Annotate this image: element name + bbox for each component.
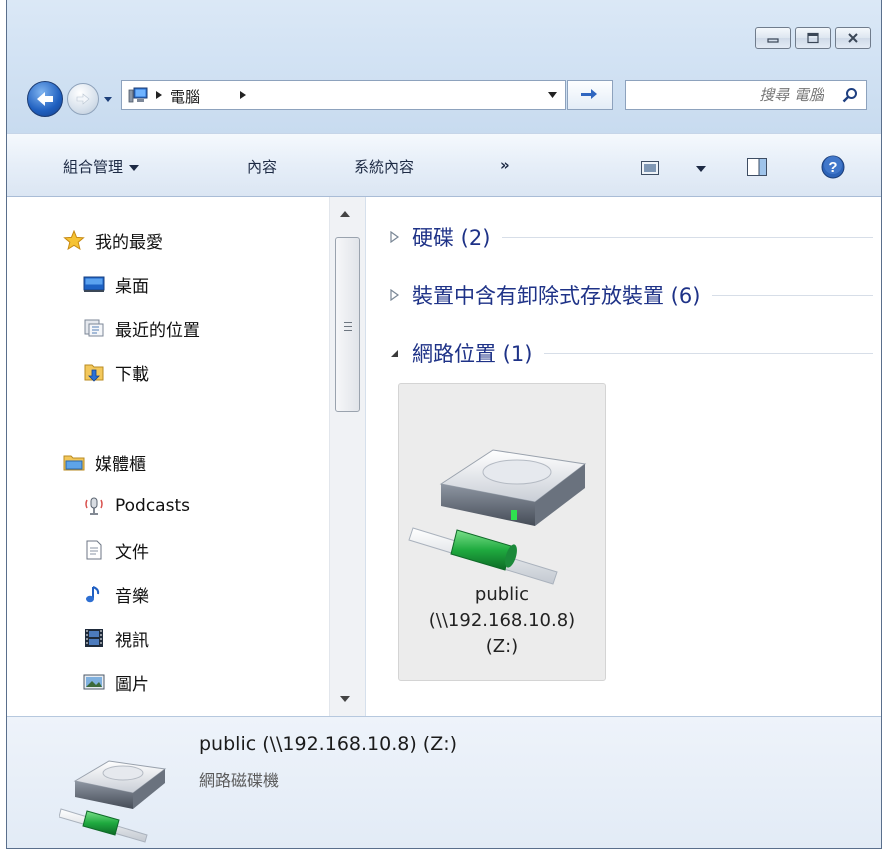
details-pane: public (\\192.168.10.8) (Z:) 網路磁碟機 (7, 716, 881, 848)
nav-podcasts-label: Podcasts (115, 496, 190, 516)
chevron-down-icon (129, 164, 140, 171)
nav-libraries-label: 媒體櫃 (95, 454, 146, 475)
system-properties-button[interactable]: 系統內容 (354, 156, 414, 177)
podcast-microphone-icon (85, 497, 103, 515)
nav-downloads-label: 下載 (115, 364, 149, 385)
refresh-icon (581, 89, 597, 99)
group-removable-storage-label: 裝置中含有卸除式存放裝置 (6) (412, 284, 701, 308)
content-pane: 硬碟 (2) 裝置中含有卸除式存放裝置 (6) 網路位置 (1) public … (366, 197, 881, 716)
network-drive-label: public (\\192.168.10.8) (Z:) (399, 582, 605, 660)
details-item-type: 網路磁碟機 (199, 771, 280, 790)
organize-label: 組合管理 (63, 158, 124, 176)
explorer-window: 電腦 組合管理 內容 系統內容 » (6, 0, 882, 849)
more-commands-button[interactable]: » (500, 156, 510, 174)
maximize-button[interactable] (795, 27, 831, 49)
command-bar: 組合管理 內容 系統內容 » ? (7, 133, 881, 197)
nav-pictures[interactable]: 圖片 (83, 668, 149, 696)
navigation-pane: 我的最愛 桌面 最近的位置 下載 媒體櫃 Podcasts 文件 音樂 視訊 圖… (7, 197, 366, 716)
group-network-locations[interactable]: 網路位置 (1) (388, 337, 873, 369)
nav-documents-label: 文件 (115, 542, 149, 563)
nav-downloads[interactable]: 下載 (83, 358, 149, 386)
nav-music[interactable]: 音樂 (83, 580, 149, 608)
group-divider (544, 352, 873, 354)
nav-podcasts[interactable]: Podcasts (83, 492, 190, 520)
breadcrumb-arrow-icon[interactable] (156, 91, 162, 99)
navigation-row: 電腦 (27, 76, 867, 122)
refresh-button[interactable] (567, 80, 613, 110)
drive-name: public (474, 584, 530, 605)
breadcrumb-computer[interactable]: 電腦 (170, 86, 200, 107)
search-box[interactable] (625, 80, 867, 110)
recent-pages-chevron-down-icon[interactable] (103, 94, 113, 104)
address-bar[interactable]: 電腦 (121, 80, 566, 110)
preview-pane-icon[interactable] (747, 158, 767, 176)
nav-desktop[interactable]: 桌面 (83, 270, 149, 298)
minimize-icon (767, 38, 779, 43)
close-button[interactable] (835, 27, 871, 49)
computer-icon (128, 87, 148, 103)
properties-button[interactable]: 內容 (247, 156, 277, 177)
nav-music-label: 音樂 (115, 586, 149, 607)
nav-videos[interactable]: 視訊 (83, 624, 149, 652)
scroll-down-arrow-icon[interactable] (340, 696, 350, 702)
scroll-up-arrow-icon[interactable] (340, 211, 350, 217)
details-item-name: public (\\192.168.10.8) (Z:) (199, 733, 458, 755)
network-drive-icon (408, 449, 587, 585)
nav-recent-places-label: 最近的位置 (115, 320, 200, 341)
arrow-right-icon (76, 93, 90, 105)
music-note-icon (86, 586, 100, 603)
star-icon (63, 230, 85, 250)
caption-buttons (755, 27, 871, 49)
drive-letter: (Z:) (485, 636, 519, 657)
arrow-left-icon (37, 92, 53, 106)
nav-favorites[interactable]: 我的最愛 (63, 226, 163, 254)
video-film-icon (85, 629, 103, 647)
search-input[interactable] (634, 84, 824, 106)
view-options-chevron-down-icon[interactable] (696, 166, 706, 172)
change-view-icon[interactable] (641, 161, 659, 175)
drive-path: (\\192.168.10.8) (428, 610, 576, 631)
maximize-icon (807, 32, 819, 44)
documents-icon (86, 540, 102, 560)
title-bar: 電腦 (7, 0, 881, 133)
network-drive-item[interactable]: public (\\192.168.10.8) (Z:) (398, 383, 606, 681)
pictures-icon (83, 674, 105, 690)
collapse-triangle-icon (391, 350, 398, 357)
network-drive-icon (59, 760, 167, 843)
nav-favorites-label: 我的最愛 (95, 232, 163, 253)
grip-icon (344, 322, 352, 334)
group-network-locations-label: 網路位置 (1) (412, 342, 533, 366)
back-button[interactable] (27, 81, 63, 117)
nav-recent-places[interactable]: 最近的位置 (83, 314, 200, 342)
minimize-button[interactable] (755, 27, 791, 49)
nav-documents[interactable]: 文件 (83, 536, 149, 564)
nav-desktop-label: 桌面 (115, 276, 149, 297)
search-icon[interactable] (842, 87, 858, 103)
organize-menu[interactable]: 組合管理 (63, 156, 140, 177)
help-icon[interactable]: ? (821, 155, 845, 179)
address-history-chevron-down-icon[interactable] (548, 92, 557, 99)
recent-places-icon (84, 319, 104, 337)
forward-button[interactable] (67, 83, 99, 115)
group-divider (712, 294, 873, 296)
group-hard-disks[interactable]: 硬碟 (2) (388, 221, 873, 253)
desktop-icon (83, 276, 105, 292)
group-hard-disks-label: 硬碟 (2) (412, 226, 491, 250)
close-icon (848, 33, 858, 43)
nav-pictures-label: 圖片 (115, 674, 149, 695)
nav-libraries[interactable]: 媒體櫃 (63, 448, 146, 476)
expand-triangle-icon (390, 289, 400, 301)
breadcrumb-arrow-icon[interactable] (240, 91, 246, 99)
libraries-icon (63, 455, 85, 471)
nav-videos-label: 視訊 (115, 630, 149, 651)
svg-text:?: ? (828, 159, 837, 176)
downloads-folder-icon (84, 364, 104, 382)
group-divider (502, 236, 873, 238)
scrollbar-thumb[interactable] (335, 237, 360, 412)
nav-scrollbar[interactable] (329, 197, 365, 716)
group-removable-storage[interactable]: 裝置中含有卸除式存放裝置 (6) (388, 279, 873, 311)
expand-triangle-icon (390, 231, 400, 243)
